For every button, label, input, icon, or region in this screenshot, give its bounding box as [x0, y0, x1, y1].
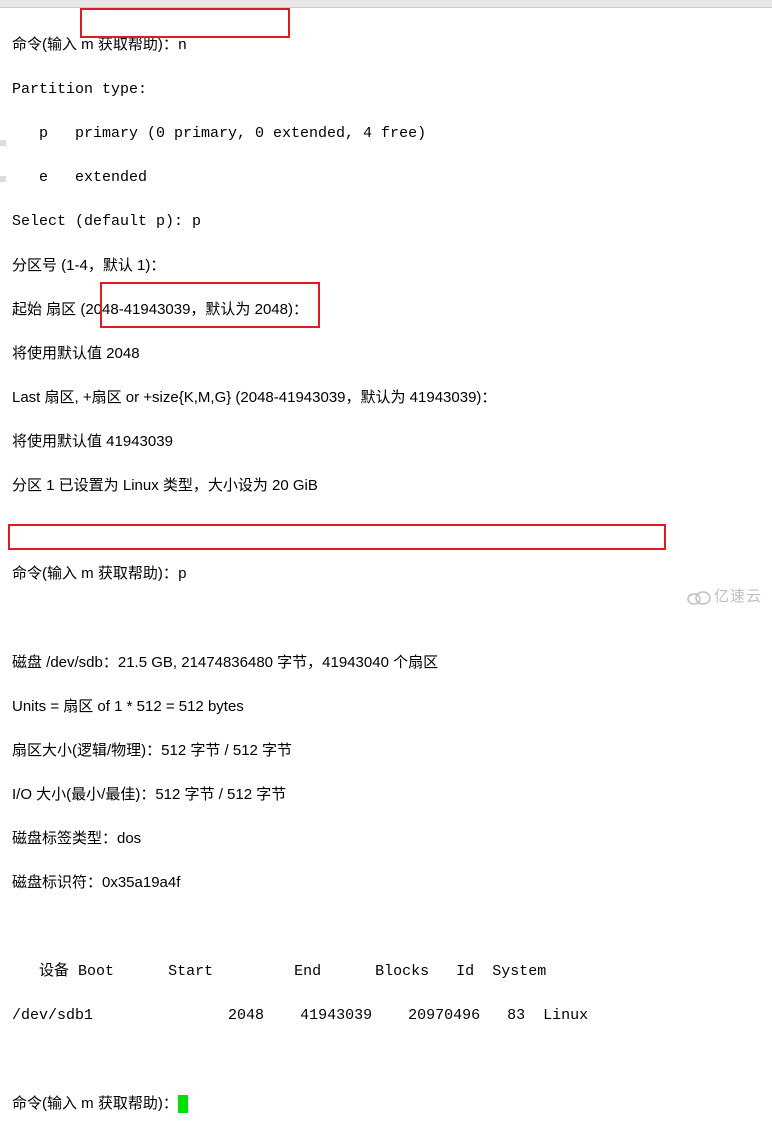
ptype-extended: e extended [12, 167, 764, 189]
cmd-input-2: p [178, 566, 187, 583]
disk-identifier: 磁盘标识符：0x35a19a4f [12, 872, 764, 894]
ptype-primary: p primary (0 primary, 0 extended, 4 free… [12, 123, 764, 145]
gutter-icons [0, 140, 8, 212]
select-value: p [192, 213, 201, 230]
select-label: Select (default p): [12, 213, 192, 230]
cmd-input-1: n [178, 37, 187, 54]
start-sector: 起始 扇区 (2048-41943039，默认为 2048)： [12, 299, 764, 321]
sector-size: 扇区大小(逻辑/物理)：512 字节 / 512 字节 [12, 740, 764, 762]
titlebar-controls [592, 1, 732, 7]
terminal-output[interactable]: 命令(输入 m 获取帮助)：n Partition type: p primar… [12, 12, 764, 1138]
partition-type-header: Partition type: [12, 79, 764, 101]
th-start: Start [168, 963, 213, 980]
td-start: 2048 [228, 1007, 264, 1024]
terminal-cursor[interactable] [178, 1095, 188, 1113]
use-default-1: 将使用默认值 2048 [12, 343, 764, 365]
units-line: Units = 扇区 of 1 * 512 = 512 bytes [12, 696, 764, 718]
cmd-prompt-3: 命令(输入 m 获取帮助)： [12, 1095, 178, 1112]
window-titlebar [0, 0, 772, 8]
watermark-text: 亿速云 [714, 588, 762, 605]
th-boot: Boot [78, 963, 114, 980]
table-header-row: 设备 Boot Start End Blocks Id System [12, 960, 764, 983]
partition-number: 分区号 (1-4，默认 1)： [12, 255, 764, 277]
td-system: Linux [543, 1007, 588, 1024]
th-id: Id [456, 963, 474, 980]
td-id: 83 [507, 1007, 525, 1024]
th-end: End [294, 963, 321, 980]
td-blocks: 20970496 [408, 1007, 480, 1024]
disk-info: 磁盘 /dev/sdb：21.5 GB, 21474836480 字节，4194… [12, 652, 764, 674]
cloud-icon [686, 589, 712, 605]
partition-set: 分区 1 已设置为 Linux 类型，大小设为 20 GiB [12, 475, 764, 497]
table-row: /dev/sdb1 2048 41943039 20970496 83 Linu… [12, 1005, 764, 1027]
cmd-prompt-2: 命令(输入 m 获取帮助)： [12, 565, 178, 582]
th-blocks: Blocks [375, 963, 429, 980]
label-type: 磁盘标签类型：dos [12, 828, 764, 850]
io-size: I/O 大小(最小/最佳)：512 字节 / 512 字节 [12, 784, 764, 806]
cmd-prompt-1: 命令(输入 m 获取帮助)： [12, 36, 178, 53]
th-system: System [492, 963, 546, 980]
td-device: /dev/sdb1 [12, 1007, 93, 1024]
th-device: 设备 [39, 962, 69, 979]
td-end: 41943039 [300, 1007, 372, 1024]
use-default-2: 将使用默认值 41943039 [12, 431, 764, 453]
last-sector: Last 扇区, +扇区 or +size{K,M,G} (2048-41943… [12, 387, 764, 409]
watermark-logo: 亿速云 [686, 586, 762, 608]
